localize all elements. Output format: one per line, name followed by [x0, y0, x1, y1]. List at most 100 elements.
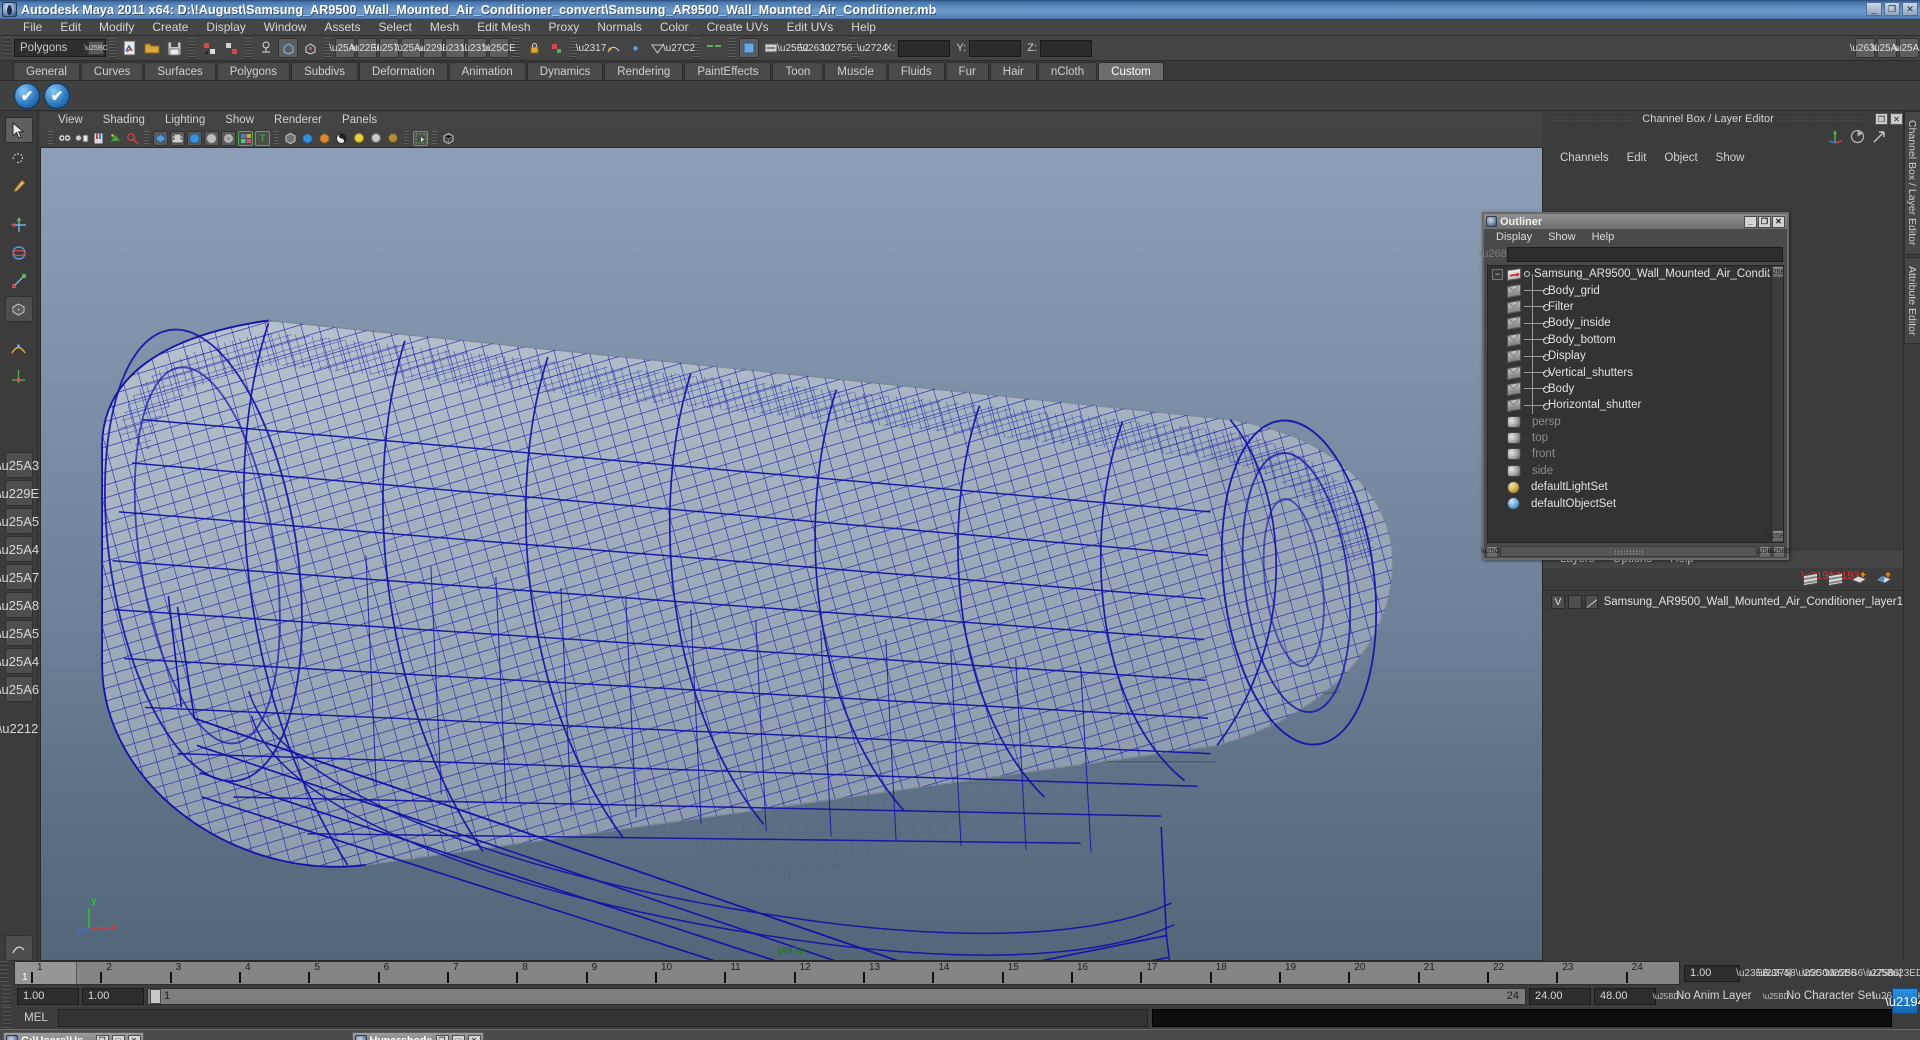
outliner-row-default-object-set[interactable]: defaultObjectSet [1488, 495, 1783, 511]
menu-edit-mesh[interactable]: Edit Mesh [468, 19, 539, 36]
menu-mesh[interactable]: Mesh [421, 19, 468, 36]
shelf-tab-rendering[interactable]: Rendering [604, 62, 684, 80]
show-manipulator-icon[interactable] [5, 363, 33, 389]
two-panes-stacked-layout-icon[interactable]: \u25A4 [0, 648, 39, 674]
select-by-hierarchy-icon[interactable] [256, 38, 276, 58]
shelf-tab-painteffects[interactable]: PaintEffects [684, 62, 772, 80]
menu-create-uvs[interactable]: Create UVs [698, 19, 778, 36]
taskbar-window-hypershade[interactable]: Hypershade ❐ □ ✕ [351, 1032, 484, 1040]
menu-file[interactable]: File [14, 19, 51, 36]
default-light-icon[interactable] [351, 131, 366, 146]
select-by-component-icon[interactable] [300, 38, 320, 58]
menu-proxy[interactable]: Proxy [540, 19, 589, 36]
shelf-tab-curves[interactable]: Curves [80, 62, 144, 80]
shelf-tab-fluids[interactable]: Fluids [887, 62, 945, 80]
undo-icon[interactable] [199, 38, 219, 58]
taskbar-maximize-button[interactable]: □ [111, 1034, 125, 1040]
menu-modify[interactable]: Modify [90, 19, 143, 36]
close-button[interactable]: ✕ [1902, 2, 1918, 16]
highlight-selection-icon[interactable] [546, 38, 566, 58]
new-layer-from-selected-icon[interactable] [1875, 571, 1893, 586]
current-frame-field[interactable]: 1.00 [1684, 964, 1740, 982]
shelf-tab-surfaces[interactable]: Surfaces [144, 62, 216, 80]
layer-row[interactable]: V Samsung_AR9500_Wall_Mounted_Air_Condit… [1543, 594, 1903, 611]
text-display-icon[interactable]: T [255, 130, 270, 146]
shelf-tab-muscle[interactable]: Muscle [824, 62, 887, 80]
command-language-label[interactable]: MEL [18, 1012, 54, 1024]
four-view-layout-icon[interactable]: \u229E [0, 480, 39, 506]
shelf-tab-toon[interactable]: Toon [772, 62, 824, 80]
grid-toggle-icon[interactable] [153, 130, 168, 146]
lighting-all-icon[interactable] [334, 131, 349, 146]
menu-display[interactable]: Display [197, 19, 254, 36]
persp-outliner-layout-icon[interactable]: \u25A5 [0, 508, 39, 534]
outliner-close-button[interactable]: ✕ [1772, 215, 1785, 228]
outliner-row-persp[interactable]: persp [1488, 414, 1783, 430]
vtab-attribute-editor[interactable]: Attribute Editor [1904, 256, 1920, 344]
coord-z-field[interactable] [1039, 39, 1092, 57]
input-connections-icon[interactable] [739, 38, 759, 58]
menu-window[interactable]: Window [255, 19, 316, 36]
menu-assets[interactable]: Assets [315, 19, 369, 36]
outliner-menu-help[interactable]: Help [1584, 231, 1623, 243]
selection-mode-dropdown[interactable]: Polygons \u25BC [14, 39, 108, 57]
ipr-render-icon[interactable]: \u2756 [822, 38, 853, 58]
taskbar-window-console[interactable]: C:\Users\Us... ❐ □ ✕ [3, 1032, 144, 1040]
command-line-grip[interactable] [2, 1007, 11, 1029]
shade-joints-icon[interactable] [317, 131, 332, 146]
outliner-minimize-button[interactable]: _ [1744, 215, 1757, 228]
help-line-icon[interactable] [4, 935, 33, 961]
new-empty-layer-icon[interactable] [1850, 571, 1868, 586]
menu-color[interactable]: Color [651, 19, 698, 36]
taskbar-restore-button[interactable]: ❐ [435, 1034, 449, 1040]
two-panes-side-layout-icon[interactable]: \u25A5 [0, 620, 39, 646]
lock-selection-icon[interactable] [524, 38, 544, 58]
menu-create[interactable]: Create [143, 19, 197, 36]
single-perspective-layout-icon[interactable]: \u25A3 [0, 452, 39, 478]
go-to-end-icon[interactable]: \u23ED [1890, 964, 1920, 982]
shaded-wireframe-icon[interactable] [221, 130, 236, 146]
field-arrow-icon[interactable] [1872, 129, 1887, 147]
all-lights-icon[interactable] [368, 131, 383, 146]
shelf-tab-polygons[interactable]: Polygons [216, 62, 291, 80]
coord-y-field[interactable] [969, 39, 1022, 57]
character-set-combo[interactable]: \u25BD No Character Set [1763, 987, 1876, 1005]
xray-display-icon[interactable] [283, 131, 298, 146]
layer-playback-toggle[interactable] [1567, 595, 1582, 609]
persp-render-layout-icon[interactable]: \u25A8 [0, 592, 39, 618]
chevron-down-icon[interactable]: \u25BC [84, 41, 108, 55]
outliner-hscroll-track[interactable] [1500, 546, 1757, 557]
scroll-right-end-icon[interactable]: \u25B6 [1768, 545, 1790, 558]
chevron-down-icon[interactable]: \u25BD [1653, 989, 1680, 1004]
scale-tool-icon[interactable] [5, 268, 33, 294]
outliner-menu-show[interactable]: Show [1540, 231, 1584, 243]
menu-edit[interactable]: Edit [51, 19, 90, 36]
viewport-menu-view[interactable]: View [48, 112, 93, 129]
perspective-viewport[interactable]: y x z persp [40, 147, 1543, 961]
outliner-maximize-button[interactable]: ❐ [1758, 215, 1771, 228]
shade-object-icon[interactable] [300, 131, 315, 146]
range-slider[interactable]: 1 24 [147, 987, 1526, 1005]
scroll-left-icon[interactable]: \u25C0 [1481, 545, 1503, 558]
camera-attributes-icon[interactable] [74, 131, 89, 146]
viewport-menu-panels[interactable]: Panels [332, 112, 387, 129]
range-grip[interactable] [2, 985, 11, 1007]
lasso-tool-icon[interactable] [5, 145, 33, 171]
show-channel-box-icon[interactable]: \u25A5 [1893, 38, 1920, 58]
coord-x-field[interactable] [898, 39, 951, 57]
command-input-field[interactable] [58, 1009, 1148, 1027]
anim-layer-combo[interactable]: \u25BD No Anim Layer [1653, 987, 1766, 1005]
image-plane-icon[interactable] [108, 131, 123, 146]
snap-curve-icon[interactable] [603, 38, 623, 58]
save-scene-icon[interactable] [164, 38, 184, 58]
shelf-tab-subdivs[interactable]: Subdivs [291, 62, 358, 80]
select-by-object-icon[interactable] [278, 38, 298, 58]
statusline-grip[interactable] [2, 37, 11, 59]
viewport-menu-lighting[interactable]: Lighting [155, 112, 215, 129]
viewport-menu-shading[interactable]: Shading [93, 112, 155, 129]
bookmark-icon[interactable] [91, 131, 106, 146]
move-layer-up-icon[interactable]: \u2191 [1801, 571, 1835, 587]
channel-box-restore-button[interactable]: ❐ [1875, 113, 1888, 125]
isolate-select-icon[interactable] [413, 130, 428, 146]
camera-select-icon[interactable] [57, 131, 72, 146]
